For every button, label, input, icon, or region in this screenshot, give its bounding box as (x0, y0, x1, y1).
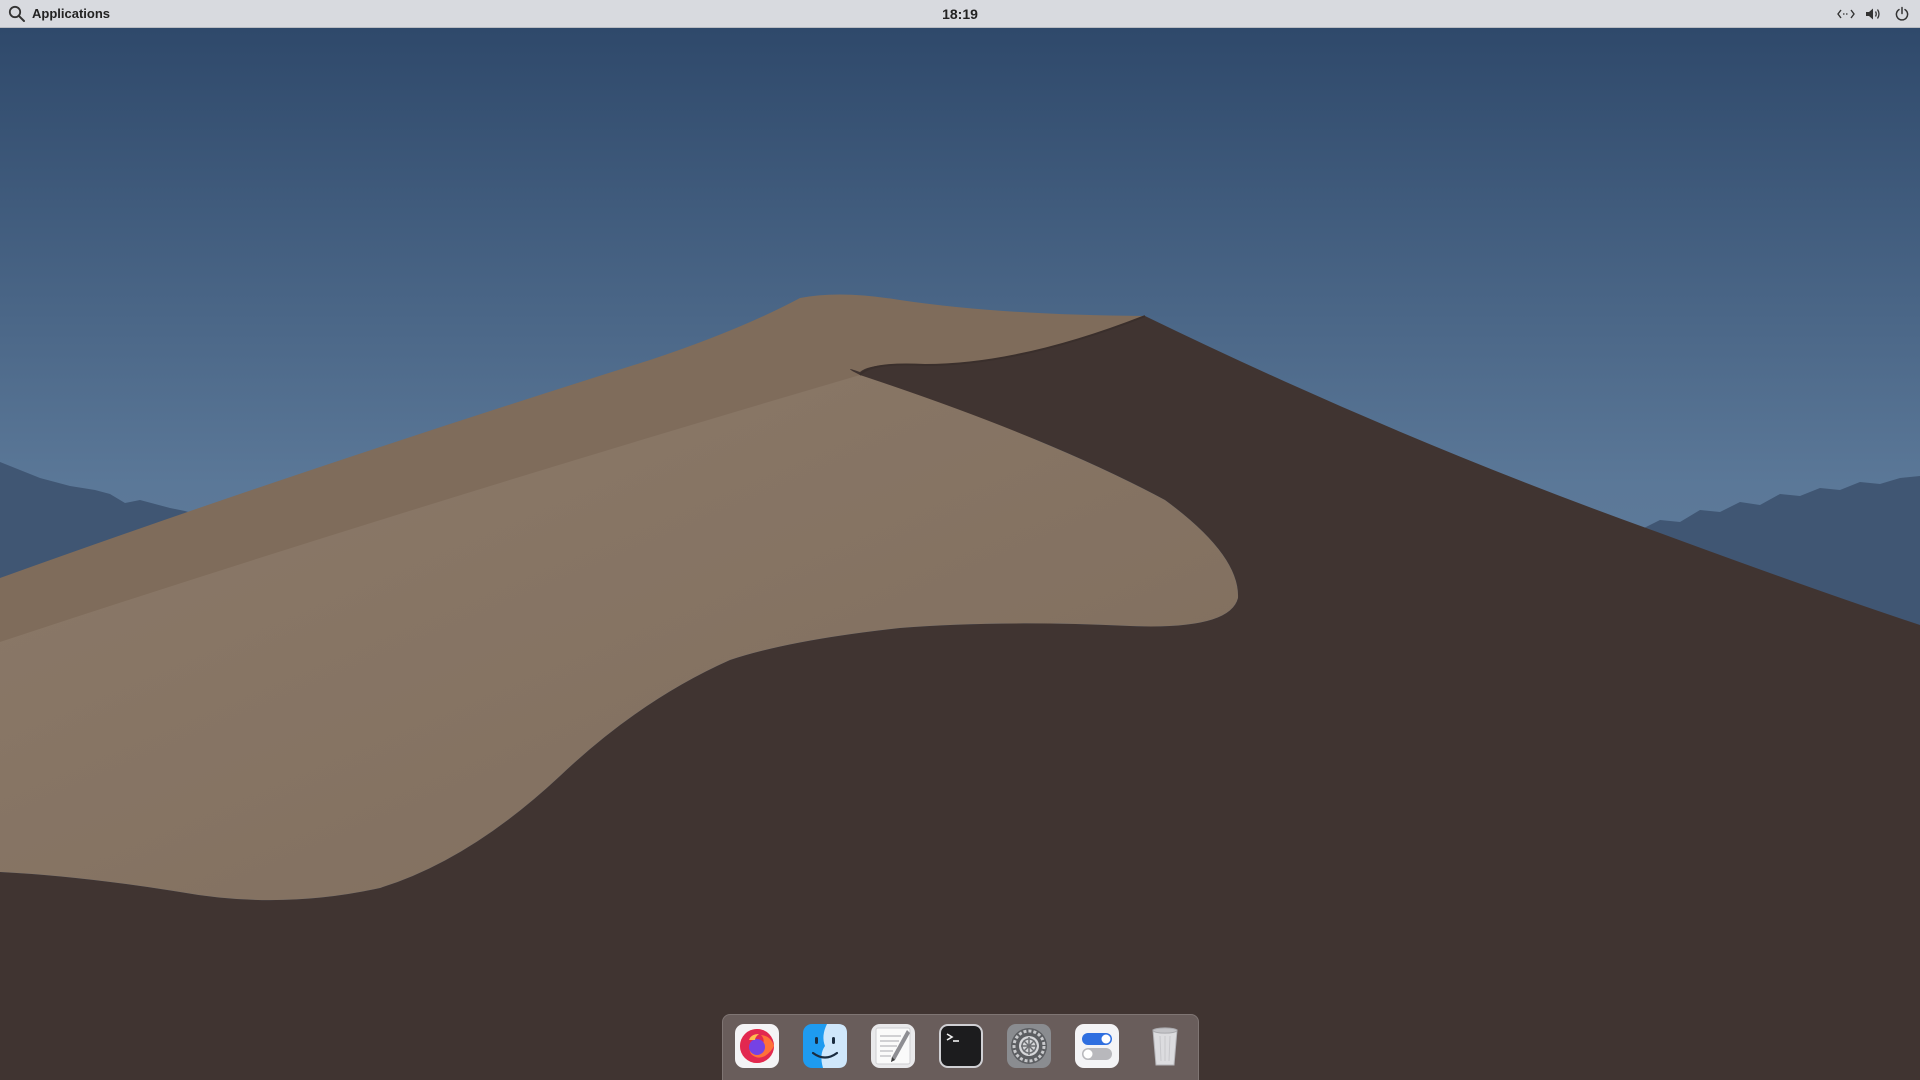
network-icon[interactable] (1836, 4, 1856, 24)
toggle-icon (1075, 1024, 1119, 1068)
dock-item-terminal[interactable] (939, 1024, 983, 1068)
desktop-wallpaper (0, 0, 1920, 1080)
volume-icon[interactable] (1864, 4, 1884, 24)
dock-item-trash[interactable] (1143, 1024, 1187, 1068)
power-icon[interactable] (1892, 4, 1912, 24)
dock-item-system-settings[interactable] (1007, 1024, 1051, 1068)
text-editor-icon (871, 1024, 915, 1068)
dock-item-tweaks[interactable] (1075, 1024, 1119, 1068)
trash-icon (1152, 1027, 1178, 1066)
dock-item-finder[interactable] (803, 1024, 847, 1068)
finder-icon (803, 1024, 847, 1068)
terminal-icon (939, 1024, 983, 1068)
dock-item-text-editor[interactable] (871, 1024, 915, 1068)
firefox-icon (735, 1024, 779, 1068)
dock-item-firefox[interactable] (735, 1024, 779, 1068)
top-panel: Applications 18:19 (0, 0, 1920, 28)
system-tray (1836, 0, 1912, 28)
applications-label: Applications (32, 6, 111, 21)
dock (722, 1014, 1199, 1080)
search-icon (8, 5, 25, 22)
gear-icon (1007, 1024, 1051, 1068)
clock[interactable]: 18:19 (0, 0, 1920, 28)
applications-menu-button[interactable]: Applications (0, 0, 118, 28)
